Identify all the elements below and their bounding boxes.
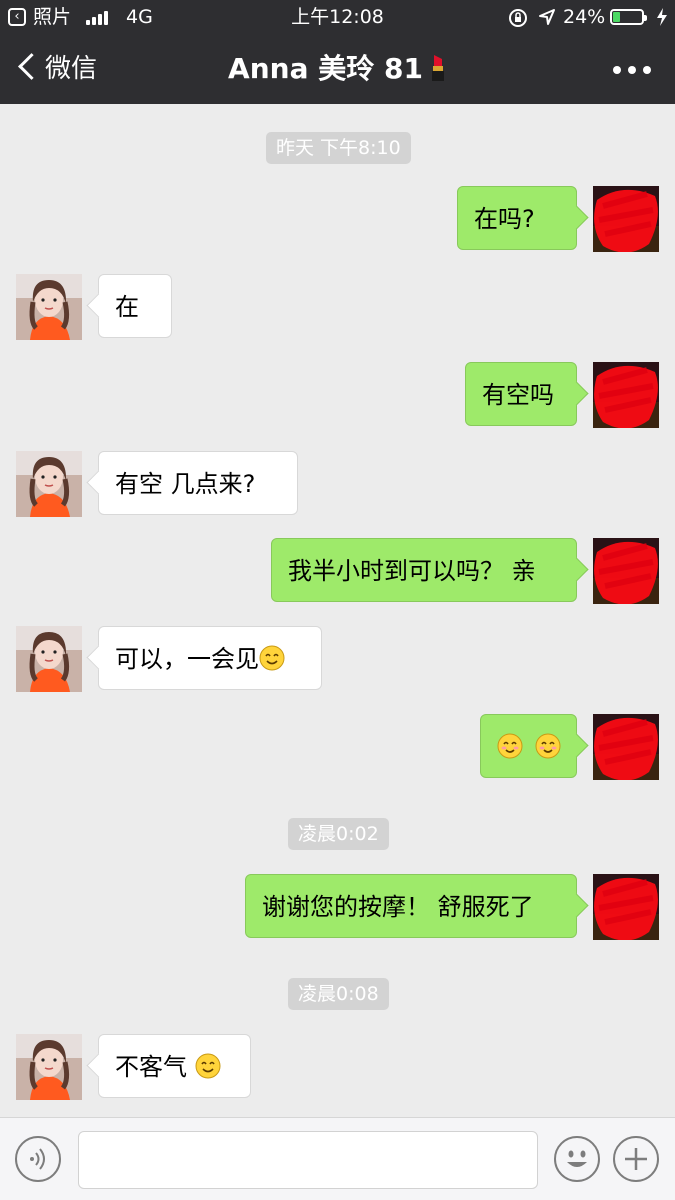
outgoing-message[interactable]: 谢谢您的按摩！ 舒服死了: [245, 874, 577, 938]
timestamp: 凌晨0:02: [288, 818, 389, 850]
outgoing-message[interactable]: 我半小时到可以吗？ 亲: [271, 538, 577, 602]
incoming-message[interactable]: 有空 几点来?: [98, 451, 298, 515]
chat-title-text: Anna 美玲 81: [228, 52, 423, 85]
lipstick-icon: [431, 55, 444, 81]
voice-button[interactable]: [15, 1136, 61, 1182]
message-text: 可以，一会见: [115, 645, 259, 673]
more-options-button[interactable]: [613, 64, 653, 76]
contact-avatar[interactable]: [16, 1034, 82, 1100]
incoming-message[interactable]: 在: [98, 274, 172, 338]
contact-avatar[interactable]: [16, 626, 82, 692]
message-list[interactable]: 昨天 下午8:10 在吗? 在 有空吗 有空 几点来? 我半小时到可以吗？ 亲 …: [0, 104, 675, 1117]
outgoing-message[interactable]: 有空吗: [465, 362, 577, 426]
chat-navbar: 微信 Anna 美玲 81: [0, 34, 675, 104]
contact-avatar[interactable]: [16, 274, 82, 340]
app-header: ‹ 照片 4G 上午12:08 24% 微信 Anna 美玲 81: [0, 0, 675, 104]
smile-emoji-icon: [259, 645, 285, 671]
battery-icon: [610, 9, 647, 25]
outgoing-message[interactable]: [480, 714, 577, 778]
my-avatar[interactable]: [593, 538, 659, 604]
rotation-lock-icon: [509, 9, 527, 27]
my-avatar[interactable]: [593, 186, 659, 252]
incoming-message[interactable]: 不客气: [98, 1034, 251, 1098]
my-avatar[interactable]: [593, 714, 659, 780]
message-input[interactable]: [78, 1131, 538, 1189]
input-bar: [0, 1117, 675, 1200]
timestamp: 昨天 下午8:10: [266, 132, 411, 164]
plus-icon: [625, 1148, 647, 1170]
voice-icon: [30, 1148, 45, 1170]
emoji-button[interactable]: [554, 1136, 600, 1182]
charging-bolt-icon: [657, 8, 667, 26]
status-bar: ‹ 照片 4G 上午12:08 24%: [0, 0, 675, 34]
contact-avatar[interactable]: [16, 451, 82, 517]
timestamp: 凌晨0:08: [288, 978, 389, 1010]
incoming-message[interactable]: 可以，一会见: [98, 626, 322, 690]
emoji-face-icon: [567, 1150, 587, 1167]
more-features-button[interactable]: [613, 1136, 659, 1182]
smile-emoji-icon: [195, 1053, 221, 1079]
message-text: 不客气: [115, 1053, 195, 1081]
outgoing-message[interactable]: 在吗?: [457, 186, 577, 250]
chat-title: Anna 美玲 81: [0, 50, 675, 88]
location-arrow-icon: [539, 9, 555, 25]
blush-emoji-icon: [497, 733, 523, 759]
my-avatar[interactable]: [593, 874, 659, 940]
battery-percent: 24%: [563, 6, 606, 28]
my-avatar[interactable]: [593, 362, 659, 428]
blush-emoji-icon: [535, 733, 561, 759]
